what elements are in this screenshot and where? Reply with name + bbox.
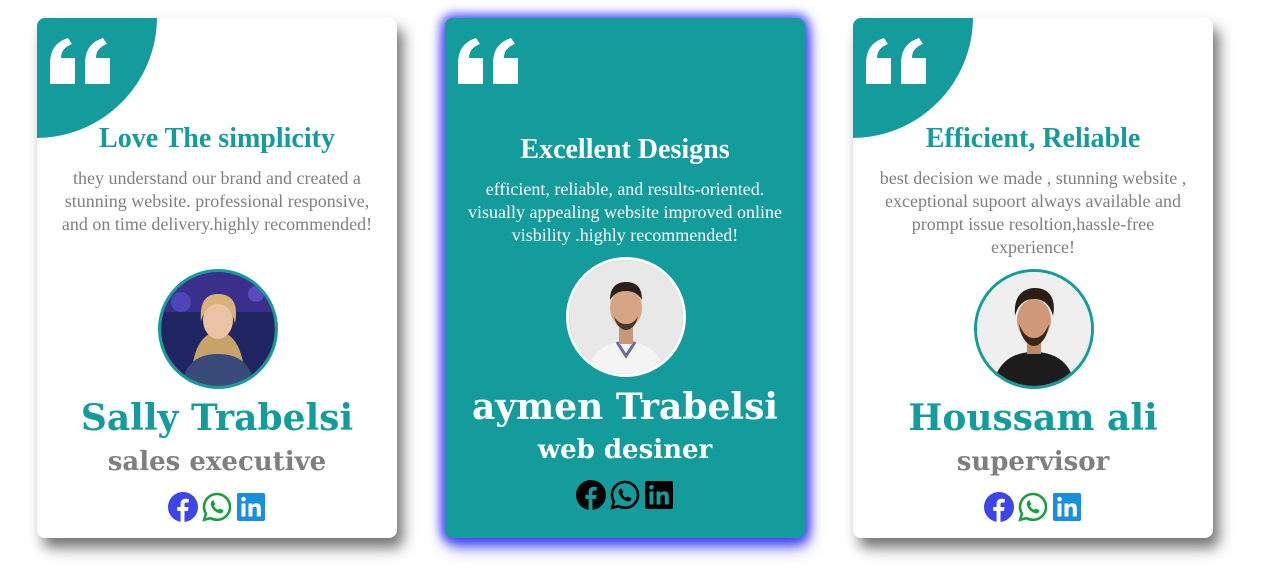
person-name: Houssam ali [908, 397, 1158, 439]
testimonial-card-sally: Love The simplicity they understand our … [37, 18, 397, 538]
avatar [566, 257, 686, 377]
person-role: sales executive [107, 447, 327, 477]
quote-icon [864, 38, 930, 84]
testimonial-card-aymen: Excellent Designs efficient, reliable, a… [445, 18, 805, 538]
linkedin-icon[interactable] [236, 492, 266, 522]
facebook-icon[interactable] [168, 492, 198, 522]
person-role: web desiner [537, 435, 713, 465]
testimonial-title: Love The simplicity [99, 123, 335, 154]
social-links [445, 480, 805, 510]
person-name: Sally Trabelsi [80, 397, 354, 439]
facebook-icon[interactable] [576, 480, 606, 510]
testimonials-section: Love The simplicity they understand our … [0, 0, 1276, 576]
linkedin-icon[interactable] [1052, 492, 1082, 522]
whatsapp-icon[interactable] [610, 480, 640, 510]
testimonial-title: Excellent Designs [520, 134, 730, 165]
testimonial-text: efficient, reliable, and results-oriente… [468, 179, 782, 245]
linkedin-icon[interactable] [644, 480, 674, 510]
whatsapp-icon[interactable] [202, 492, 232, 522]
whatsapp-icon[interactable] [1018, 492, 1048, 522]
person-role: supervisor [956, 447, 1110, 477]
social-links [37, 492, 397, 522]
avatar [158, 269, 278, 389]
social-links [853, 492, 1213, 522]
testimonial-title: Efficient, Reliable [925, 123, 1141, 154]
avatar [974, 269, 1094, 389]
quote-icon [48, 38, 114, 84]
quote-icon [456, 38, 522, 84]
person-name: aymen Trabelsi [471, 386, 779, 428]
testimonial-card-houssam: Efficient, Reliable best decision we mad… [853, 18, 1213, 538]
testimonial-text: best decision we made , stunning website… [879, 168, 1187, 257]
facebook-icon[interactable] [984, 492, 1014, 522]
testimonial-text: they understand our brand and created a … [61, 168, 373, 234]
